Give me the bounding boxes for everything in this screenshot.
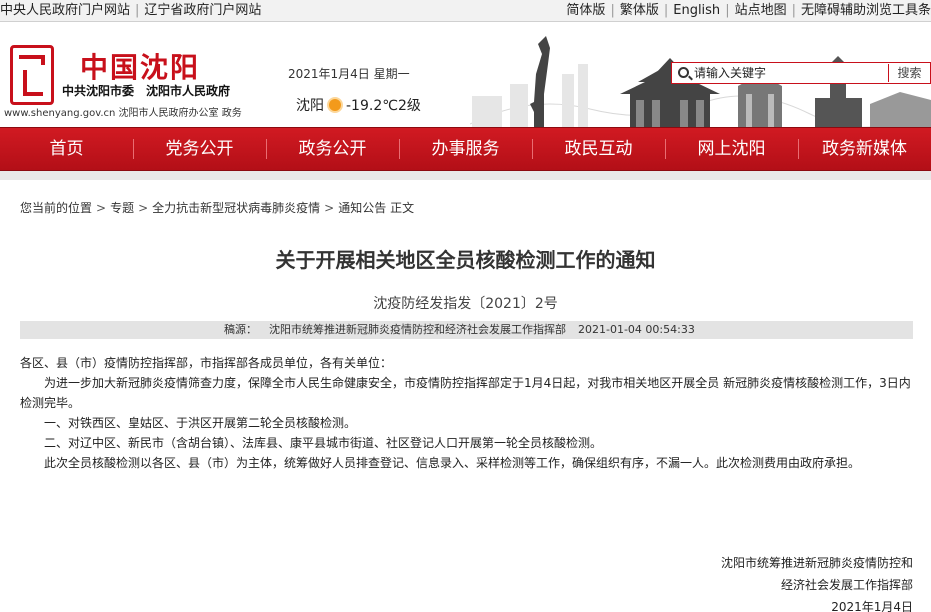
source-label: 稿源： (224, 323, 257, 336)
article-paragraph: 一、对铁西区、皇姑区、于洪区开展第二轮全员核酸检测。 (44, 416, 357, 430)
article-source-bar: 稿源： 沈阳市统筹推进新冠肺炎疫情防控和经济社会发展工作指挥部 2021-01-04… (20, 321, 913, 339)
publish-time: 2021-01-04 00:54:33 (578, 323, 695, 336)
nav-item-party-affairs[interactable]: 党务公开 (133, 128, 266, 170)
search-input[interactable] (694, 64, 886, 82)
nav-item-new-media[interactable]: 政务新媒体 (798, 128, 931, 170)
nav-item-government-affairs[interactable]: 政务公开 (266, 128, 399, 170)
link-liaoning-gov[interactable]: 辽宁省政府门户网站 (144, 3, 261, 18)
breadcrumb-item-notices[interactable]: 通知公告 (338, 201, 386, 215)
article-content-area: 您当前的位置 > 专题 > 全力抗击新型冠状病毒肺炎疫情 > 通知公告 正文 关于开展相关地… (0, 180, 931, 612)
site-logo-title[interactable]: 中国沈阳 (80, 46, 200, 86)
nav-item-services[interactable]: 办事服务 (399, 128, 532, 170)
divider: | (791, 3, 796, 18)
signature-line: 经济社会发展工作指挥部 (780, 578, 913, 592)
link-traditional[interactable]: 繁体版 (620, 3, 659, 18)
weather-temperature: -19.2℃ (346, 98, 398, 114)
link-sitemap[interactable]: 站点地图 (735, 3, 787, 18)
top-links-left: 中央人民政府门户网站 | 辽宁省政府门户网站 (0, 0, 261, 22)
current-date: 2021年1月4日 星期一 (288, 67, 410, 81)
breadcrumb-separator: > (324, 201, 335, 215)
search-box: 搜索 (671, 62, 931, 84)
link-central-gov[interactable]: 中央人民政府门户网站 (0, 3, 130, 18)
source-name: 沈阳市统筹推进新冠肺炎疫情防控和经济社会发展工作指挥部 (269, 323, 566, 336)
article-salutation: 各区、县（市）疫情防控指挥部，市指挥部各成员单位，各有关单位： (20, 356, 393, 370)
article-title: 关于开展相关地区全员核酸检测工作的通知 (275, 248, 656, 272)
breadcrumb-item-current: 正文 (390, 201, 415, 215)
shenyang-seal-logo[interactable] (10, 45, 54, 105)
weather-city: 沈阳 (296, 98, 324, 114)
search-icon (678, 67, 689, 78)
article-body: 各区、县（市）疫情防控指挥部，市指挥部各成员单位，各有关单位： 为进一步加大新冠… (20, 353, 913, 473)
signature-date: 2021年1月4日 (831, 600, 913, 612)
breadcrumb-item-topics[interactable]: 专题 (110, 201, 134, 215)
signature-line: 沈阳市统筹推进新冠肺炎疫情防控和 (720, 556, 913, 570)
search-button[interactable]: 搜索 (888, 64, 930, 82)
nav-shadow-band (0, 171, 931, 180)
divider: | (725, 3, 730, 18)
nav-item-interaction[interactable]: 政民互动 (532, 128, 665, 170)
sun-icon (329, 99, 341, 111)
link-accessibility[interactable]: 无障碍辅助浏览工具条 (801, 3, 931, 18)
breadcrumb-item-covid[interactable]: 全力抗击新型冠状病毒肺炎疫情 (152, 201, 320, 215)
link-simplified[interactable]: 简体版 (566, 3, 605, 18)
divider: | (135, 3, 140, 18)
article-signature: 沈阳市统筹推进新冠肺炎疫情防控和 经济社会发展工作指挥部 2021年1月4日 (693, 552, 913, 612)
site-logo-subtitle: 中共沈阳市委 沈阳市人民政府 (62, 84, 231, 98)
article-paragraph: 二、对辽中区、新民市（含胡台镇）、法库县、康平县城市街道、社区登记人口开展第一轮… (44, 436, 603, 450)
site-header: 中国沈阳 中共沈阳市委 沈阳市人民政府 www.shenyang.gov.cn … (0, 22, 931, 127)
breadcrumb-separator: > (96, 201, 107, 215)
breadcrumb: 您当前的位置 > 专题 > 全力抗击新型冠状病毒肺炎疫情 > 通知公告 正文 (20, 199, 414, 216)
document-number: 沈疫防经发指发〔2021〕2号 (373, 296, 558, 312)
divider: | (663, 3, 669, 18)
divider: | (610, 3, 615, 18)
nav-item-home[interactable]: 首页 (0, 128, 133, 170)
top-links-right: 简体版 | 繁体版 | English | 站点地图 | 无障碍辅助浏览工具条 (566, 0, 931, 22)
nav-item-online-shenyang[interactable]: 网上沈阳 (665, 128, 798, 170)
article-paragraph: 为进一步加大新冠肺炎疫情筛查力度，保障全市人民生命健康安全，市疫情防控指挥部定于… (20, 376, 911, 410)
weather-widget: 沈阳 -19.2℃2级 (296, 95, 421, 115)
top-utility-bar: 中央人民政府门户网站 | 辽宁省政府门户网站 简体版 | 繁体版 | English | 站点地… (0, 0, 931, 22)
site-url: www.shenyang.gov.cn 沈阳市人民政府办公室 政务 (4, 108, 242, 119)
link-english[interactable]: English (673, 3, 720, 18)
breadcrumb-prefix: 您当前的位置 (20, 201, 93, 215)
main-nav: 首页 党务公开 政务公开 办事服务 政民互动 网上沈阳 政务新媒体 (0, 127, 931, 171)
weather-wind: 2级 (397, 98, 421, 114)
article-paragraph: 此次全员核酸检测以各区、县（市）为主体，统筹做好人员排查登记、信息录入、采样检测… (44, 456, 861, 470)
breadcrumb-separator: > (138, 201, 149, 215)
